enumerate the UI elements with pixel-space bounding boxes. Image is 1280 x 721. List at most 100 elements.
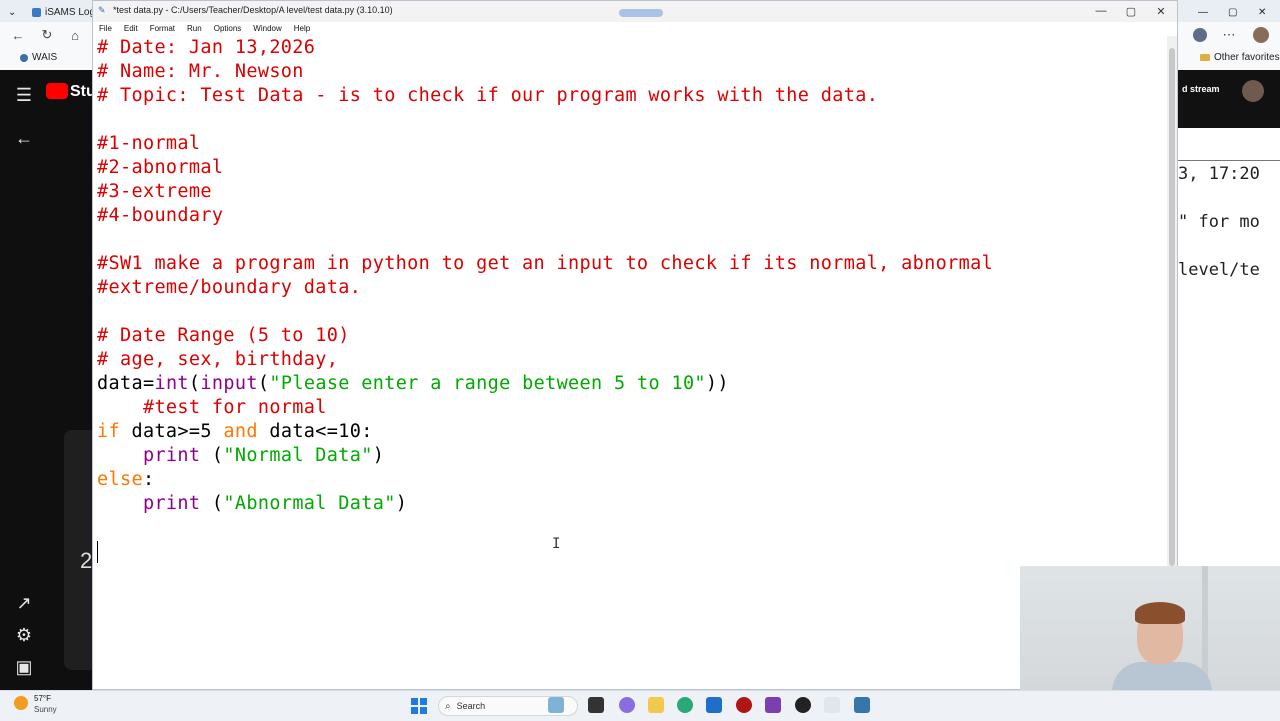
back-arrow-icon[interactable]: ←: [12, 126, 36, 150]
code-line-5: #1-normal: [97, 133, 201, 154]
code-line-19: else:: [97, 468, 154, 492]
idle-window-title: *test data.py - C:/Users/Teacher/Desktop…: [113, 5, 393, 15]
right-background-app: [1178, 70, 1280, 570]
onenote-icon[interactable]: [765, 697, 781, 713]
share-arrow-icon[interactable]: ↗: [12, 591, 36, 615]
avatar: [1242, 80, 1264, 102]
code-line-18: print ("Normal Data"): [97, 444, 384, 468]
menu-options[interactable]: Options: [208, 22, 248, 36]
idle-title-bar[interactable]: ✎ *test data.py - C:/Users/Teacher/Deskt…: [93, 1, 1177, 22]
idle-editor-window: ✎ *test data.py - C:/Users/Teacher/Deskt…: [92, 0, 1178, 690]
search-label: Search: [456, 701, 486, 711]
browser-close-button[interactable]: ✕: [1258, 3, 1266, 21]
avatar[interactable]: [1252, 26, 1270, 44]
obs-icon[interactable]: [795, 697, 811, 713]
presenter-body: [1112, 662, 1212, 690]
isams-icon: [32, 7, 41, 17]
bookmark-other-favorites[interactable]: Other favorites: [1200, 52, 1280, 63]
code-token-builtin: int: [154, 373, 189, 394]
code-token: ): [372, 445, 385, 466]
other-favorites-label: Other favorites: [1214, 52, 1280, 63]
menu-format[interactable]: Format: [144, 22, 181, 36]
bookmark-wais-label: WAIS: [32, 52, 58, 63]
store-icon[interactable]: [706, 697, 722, 713]
bookmark-wais[interactable]: WAIS: [20, 52, 57, 63]
menu-run[interactable]: Run: [181, 22, 208, 36]
left-card: 2: [64, 430, 93, 670]
back-icon[interactable]: ←: [9, 26, 27, 44]
python-file-icon: ✎: [98, 5, 106, 15]
weather-temperature: 57°F: [34, 694, 51, 703]
weather-sun-icon[interactable]: [14, 696, 28, 710]
code-line-11: #extreme/boundary data.: [97, 277, 362, 298]
home-icon[interactable]: ⌂: [66, 26, 84, 44]
code-editor[interactable]: # Date: Jan 13,2026 # Name: Mr. Newson #…: [93, 36, 1167, 689]
app-icon[interactable]: [736, 697, 752, 713]
notepad-icon[interactable]: [824, 697, 840, 713]
code-line-8: #4-boundary: [97, 205, 224, 226]
menu-help[interactable]: Help: [288, 22, 316, 36]
menu-window[interactable]: Window: [247, 22, 287, 36]
code-token-builtin: input: [200, 373, 258, 394]
code-token: :: [142, 469, 155, 490]
python-idle-icon[interactable]: [854, 697, 870, 713]
idle-minimize-button[interactable]: —: [1086, 3, 1116, 19]
code-token: ): [395, 493, 408, 514]
left-background-app: ☰ Stu ← ↗ ⚙ ▣ 2: [0, 70, 96, 690]
hamburger-menu-icon[interactable]: ☰: [12, 83, 36, 107]
ibeam-cursor-icon: I: [552, 536, 561, 552]
right-code-line-3: level/te: [1178, 260, 1260, 280]
code-line-17: if data>=5 and data<=10:: [97, 420, 373, 444]
feedback-icon[interactable]: ▣: [12, 655, 36, 679]
code-token-builtin: print: [142, 493, 201, 514]
menu-edit[interactable]: Edit: [118, 22, 144, 36]
webcam-overlay: [1020, 566, 1280, 690]
code-line-7: #3-extreme: [97, 181, 212, 202]
refresh-icon[interactable]: ↻: [38, 26, 56, 44]
browser-minimize-button[interactable]: —: [1198, 3, 1208, 21]
code-line-20: print ("Abnormal Data"): [97, 492, 407, 516]
right-code-line-1: 3, 17:20: [1178, 164, 1260, 184]
code-token-keyword: if: [97, 421, 120, 442]
taskbar-app-icon[interactable]: [588, 697, 604, 713]
folder-icon: [1200, 54, 1210, 61]
extensions-icon[interactable]: ⋯: [1220, 26, 1238, 44]
windows-start-button[interactable]: [411, 698, 427, 714]
right-code-line-2: " for mo: [1178, 212, 1260, 232]
weather-condition: Sunny: [34, 705, 57, 714]
left-card-number: 2: [80, 548, 93, 573]
code-line-15: data=int(input("Please enter a range bet…: [97, 372, 729, 396]
taskbar-widget-icon[interactable]: [548, 697, 564, 713]
menu-file[interactable]: File: [93, 22, 118, 36]
code-token-keyword: and: [223, 421, 258, 442]
code-token: )): [705, 373, 729, 394]
code-line-1: # Date: Jan 13,2026: [97, 37, 316, 58]
search-icon: ⌕: [445, 700, 451, 712]
text-caret: [97, 541, 98, 563]
edge-browser-icon[interactable]: [677, 697, 693, 713]
editor-scroll-thumb[interactable]: [1169, 48, 1175, 566]
code-token: (: [257, 373, 270, 394]
right-divider: [1178, 160, 1280, 161]
idle-maximize-button[interactable]: ▢: [1116, 3, 1146, 19]
settings-gear-icon[interactable]: ⚙: [12, 623, 36, 647]
idle-close-button[interactable]: ✕: [1146, 3, 1176, 19]
code-token: (: [188, 373, 201, 394]
browser-tab-menu[interactable]: ⌄: [8, 3, 16, 21]
browser-maximize-button[interactable]: ▢: [1228, 3, 1237, 21]
profile-icon[interactable]: [1191, 26, 1209, 44]
code-token: data<=10:: [257, 421, 373, 442]
presenter-hair: [1135, 602, 1185, 624]
file-explorer-icon[interactable]: [648, 697, 664, 713]
copilot-icon[interactable]: [619, 697, 635, 713]
code-token: data=: [97, 373, 155, 394]
code-token-string: "Abnormal Data": [223, 493, 396, 514]
title-drag-handle[interactable]: [619, 9, 663, 17]
code-line-16: #test for normal: [97, 397, 327, 418]
code-token-string: "Normal Data": [223, 445, 373, 466]
code-token: (: [200, 445, 224, 466]
wais-icon: [20, 53, 28, 62]
idle-menu-bar: File Edit Format Run Options Window Help: [93, 22, 1177, 36]
